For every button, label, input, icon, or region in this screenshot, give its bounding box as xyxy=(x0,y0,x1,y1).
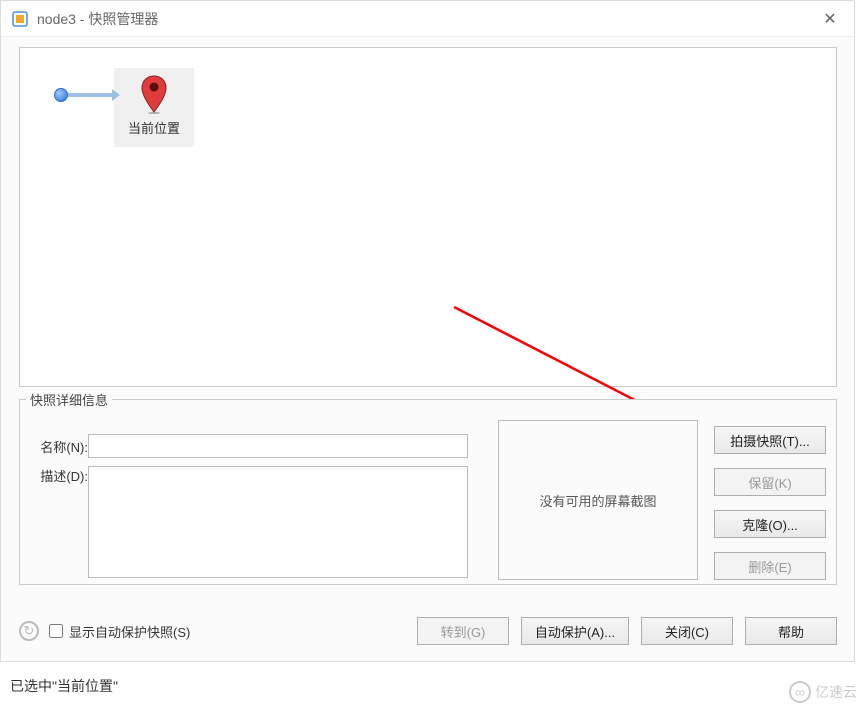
clone-button[interactable]: 克隆(O)... xyxy=(714,510,826,538)
snapshot-details-panel: 快照详细信息 名称(N): 描述(D): 没有可用的屏幕截图 拍摄快照(T)..… xyxy=(19,399,837,585)
take-snapshot-button[interactable]: 拍摄快照(T)... xyxy=(714,426,826,454)
show-autoprotect-input[interactable] xyxy=(49,624,63,638)
no-screenshot-text: 没有可用的屏幕截图 xyxy=(539,491,656,510)
watermark: ∞ 亿速云 xyxy=(789,681,857,703)
close-button[interactable]: 关闭(C) xyxy=(641,617,733,645)
current-location-node[interactable]: 当前位置 xyxy=(114,68,194,147)
pin-icon xyxy=(118,74,190,114)
footer-buttons: 转到(G) 自动保护(A)... 关闭(C) 帮助 xyxy=(417,617,837,645)
details-legend: 快照详细信息 xyxy=(26,390,112,409)
delete-button[interactable]: 删除(E) xyxy=(714,552,826,580)
watermark-icon: ∞ xyxy=(789,681,811,703)
show-autoprotect-checkbox[interactable]: 显示自动保护快照(S) xyxy=(49,622,407,641)
description-label: 描述(D): xyxy=(30,466,88,485)
current-location-label: 当前位置 xyxy=(118,118,190,137)
connector-arrow-icon xyxy=(68,93,114,97)
window-title: node3 - 快照管理器 xyxy=(37,9,158,29)
keep-button[interactable]: 保留(K) xyxy=(714,468,826,496)
footer: ↻ 显示自动保护快照(S) 转到(G) 自动保护(A)... 关闭(C) 帮助 xyxy=(19,617,837,645)
side-buttons: 拍摄快照(T)... 保留(K) 克隆(O)... 删除(E) xyxy=(714,426,826,580)
name-label: 名称(N): xyxy=(30,437,88,456)
description-input[interactable] xyxy=(88,466,468,578)
name-input[interactable] xyxy=(88,434,468,458)
app-icon xyxy=(11,10,29,28)
watermark-text: 亿速云 xyxy=(815,682,857,702)
titlebar: node3 - 快照管理器 ✕ xyxy=(1,1,854,37)
start-node-icon[interactable] xyxy=(54,88,68,102)
help-button[interactable]: 帮助 xyxy=(745,617,837,645)
screenshot-preview: 没有可用的屏幕截图 xyxy=(498,420,698,580)
snapshot-timeline: 当前位置 xyxy=(54,68,194,147)
autoprotect-button[interactable]: 自动保护(A)... xyxy=(521,617,629,645)
goto-button[interactable]: 转到(G) xyxy=(417,617,509,645)
close-icon[interactable]: ✕ xyxy=(820,9,840,29)
snapshot-manager-window: node3 - 快照管理器 ✕ 当前位置 xyxy=(0,0,855,662)
snapshot-canvas[interactable]: 当前位置 xyxy=(19,47,837,387)
show-autoprotect-label: 显示自动保护快照(S) xyxy=(69,622,190,641)
autoprotect-icon: ↻ xyxy=(19,621,39,641)
status-text: 已选中"当前位置" xyxy=(10,678,118,694)
statusbar: 已选中"当前位置" xyxy=(0,670,865,702)
